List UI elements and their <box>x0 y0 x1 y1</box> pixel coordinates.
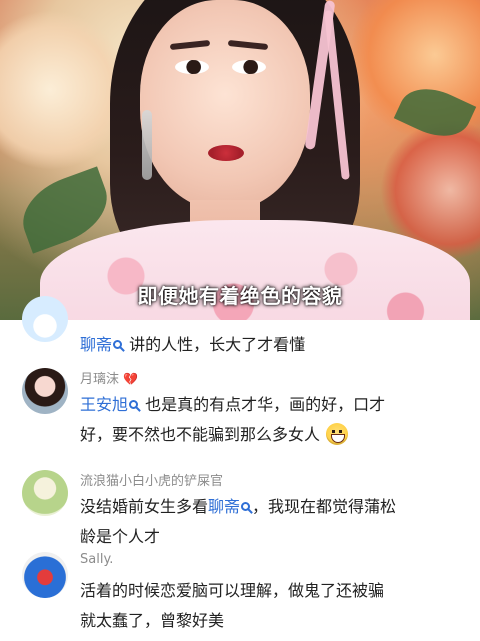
comment-text-segment: 讲的人性，长大了才看懂 <box>129 335 306 354</box>
comment-line: 龄是个人才 <box>80 522 460 552</box>
video-subtitle: 即便她有着绝色的容貌 <box>137 284 343 308</box>
search-icon <box>241 502 251 511</box>
video-frame[interactable]: 即便她有着绝色的容貌 <box>0 0 480 320</box>
character-lips <box>208 145 244 161</box>
character-earring <box>142 110 152 180</box>
comments-list: 聊斋 讲的人性，长大了才看懂 月璃沫 💔 王安旭 也是真的有点才华，画的好，口才 … <box>0 296 480 641</box>
character-eye-left <box>175 60 209 74</box>
comment-text: 没结婚前女生多看聊斋 ，我现在都觉得蒲松 龄是个人才 <box>80 492 460 552</box>
mention-link[interactable]: 聊斋 <box>80 335 129 354</box>
comment-text-segment: 也是真的有点才华，画的好，口才 <box>145 395 386 414</box>
comment-text-segment: ，我现在都觉得蒲松 <box>252 497 397 516</box>
comment-text-segment: 龄是个人才 <box>80 527 161 546</box>
comment-username[interactable]: Sally. <box>80 552 113 567</box>
grinning-emoji-icon <box>326 423 349 445</box>
comment-text-segment: 好，要不然也不能骗到那么多女人 <box>80 425 321 444</box>
avatar[interactable] <box>22 368 68 414</box>
character-face <box>140 0 310 210</box>
comment-line: 活着的时候恋爱脑可以理解，做鬼了还被骗 <box>80 581 385 600</box>
comment-username[interactable]: 月璃沫 💔 <box>80 368 138 387</box>
comment-text: 聊斋 讲的人性，长大了才看懂 <box>80 330 460 360</box>
comment-text: 王安旭 也是真的有点才华，画的好，口才 好，要不然也不能骗到那么多女人 <box>80 390 460 450</box>
comment-username[interactable]: 流浪猫小白小虎的铲屎官 <box>80 470 223 489</box>
mention-link[interactable]: 王安旭 <box>80 395 145 414</box>
broken-heart-icon: 💔 <box>123 372 138 386</box>
comment-line: 好，要不然也不能骗到那么多女人 <box>80 420 460 450</box>
avatar[interactable] <box>22 296 68 342</box>
avatar[interactable] <box>22 552 68 598</box>
comment-line: 没结婚前女生多看聊斋 ，我现在都觉得蒲松 <box>80 492 460 522</box>
comment-line: 王安旭 也是真的有点才华，画的好，口才 <box>80 390 460 420</box>
comment-text: 活着的时候恋爱脑可以理解，做鬼了还被骗 就太蠢了，曾黎好美 <box>80 576 460 636</box>
comment-text-segment: 没结婚前女生多看 <box>80 497 209 516</box>
search-icon <box>129 400 139 409</box>
character-eye-right <box>232 60 266 74</box>
mention-link[interactable]: 聊斋 <box>208 497 252 516</box>
avatar[interactable] <box>22 470 68 516</box>
comment-line: 就太蠢了，曾黎好美 <box>80 611 225 630</box>
search-icon <box>113 340 123 349</box>
